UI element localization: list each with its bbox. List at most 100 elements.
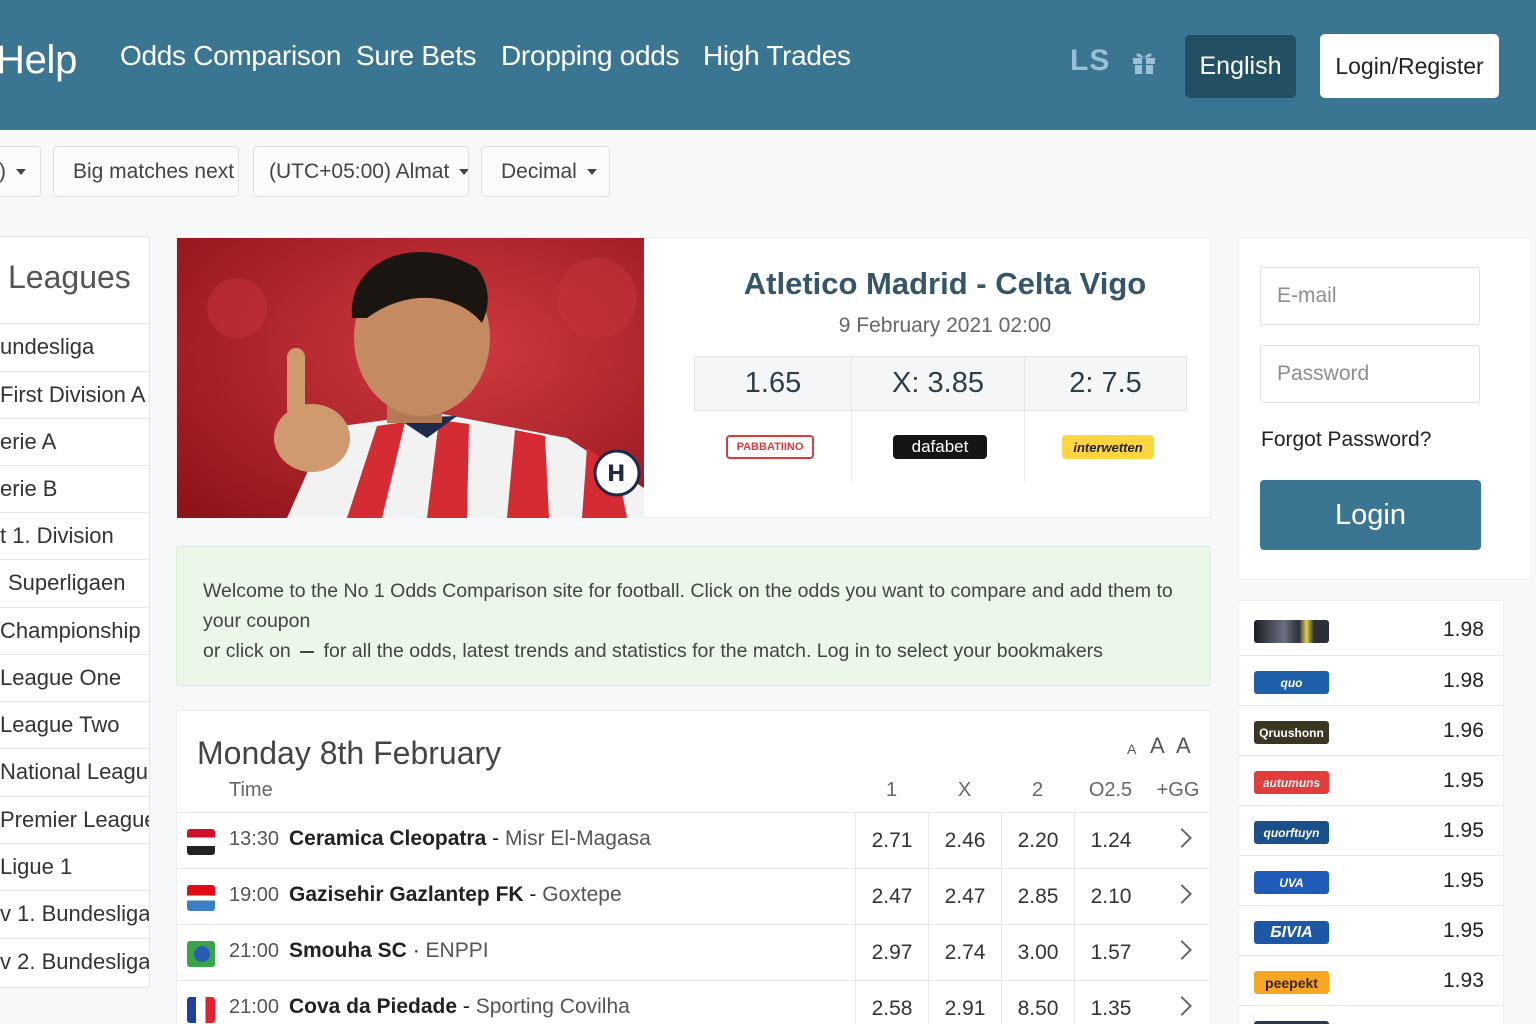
bookmaker-odds-row[interactable]: 1.98 [1239, 605, 1503, 655]
featured-match-card: H Atletico Madrid - Celta Vigo 9 Februar… [176, 237, 1211, 518]
login-button[interactable]: Login [1260, 480, 1481, 550]
password-field[interactable] [1260, 345, 1480, 403]
odd-home[interactable]: 2.71 [855, 813, 928, 869]
col-header-draw: X [957, 779, 972, 801]
league-item[interactable]: League Two [0, 701, 149, 748]
bookmaker-odd: 1.98 [1443, 618, 1484, 641]
bookmaker-odds-row[interactable]: Qruushonn 1.96 [1239, 705, 1503, 755]
bookmaker-odds-row[interactable]: UVA 1.95 [1239, 855, 1503, 905]
odd-away[interactable]: 2.85 [1001, 869, 1074, 925]
league-item[interactable]: Ligue 1 [0, 843, 149, 890]
match-name[interactable]: Ceramica Cleopatra - Misr El-Magasa [289, 827, 651, 851]
flag-france-icon [187, 997, 215, 1023]
league-item[interactable]: v 1. Bundesliga [0, 890, 149, 937]
bookmaker-logo: quo [1254, 671, 1329, 694]
match-row[interactable]: 13:30 Ceramica Cleopatra - Misr El-Magas… [177, 812, 1210, 869]
bookmaker-odds-row[interactable] [1239, 1005, 1503, 1024]
sport-dropdown[interactable]: ) [0, 146, 41, 197]
odd-away[interactable]: 2.20 [1001, 813, 1074, 869]
font-size-medium[interactable]: A [1150, 733, 1165, 759]
odd-draw[interactable]: 2.47 [928, 869, 1001, 925]
featured-odd-home[interactable]: 1.65 [694, 356, 852, 411]
match-row[interactable]: 19:00 Gazisehir Gazlantep FK - Goxtepe 2… [177, 868, 1210, 925]
bookmaker-logo[interactable]: PABBATIINO [726, 435, 814, 459]
odd-over25[interactable]: 1.35 [1074, 981, 1147, 1024]
bookmaker-logo: quorftuyn [1254, 821, 1329, 844]
league-item[interactable]: erie A [0, 418, 149, 465]
bookmaker-odds-row[interactable]: peepekt 1.93 [1239, 955, 1503, 1005]
league-item[interactable]: National League [0, 748, 149, 795]
timezone-dropdown[interactable]: (UTC+05:00) Almat [253, 146, 469, 197]
ls-logo[interactable]: LS [1070, 44, 1110, 78]
nav-dropping-odds[interactable]: Dropping odds [501, 40, 680, 72]
league-item[interactable]: First Division A [0, 371, 149, 418]
divider [851, 411, 852, 481]
featured-odd-draw[interactable]: X: 3.85 [851, 356, 1025, 411]
bookmaker-logo[interactable]: dafabet [893, 435, 987, 459]
odd-over25[interactable]: 1.57 [1074, 925, 1147, 981]
odd-home[interactable]: 2.47 [855, 869, 928, 925]
nav-help[interactable]: Help [0, 38, 77, 83]
bookmaker-odds-row[interactable]: autumuns 1.95 [1239, 755, 1503, 805]
font-size-small[interactable]: A [1127, 741, 1136, 757]
odd-away[interactable]: 3.00 [1001, 925, 1074, 981]
login-register-button[interactable]: Login/Register [1320, 34, 1499, 98]
divider [1024, 411, 1025, 481]
bookmaker-logo: Qruushonn [1254, 721, 1329, 744]
forgot-password-link[interactable]: Forgot Password? [1261, 428, 1431, 452]
day-heading: Monday 8th February [197, 735, 502, 771]
bookmaker-odds-row[interactable]: quo 1.98 [1239, 655, 1503, 705]
odd-draw[interactable]: 2.74 [928, 925, 1001, 981]
match-name[interactable]: Cova da Piedade - Sporting Covilha [289, 995, 630, 1019]
email-field[interactable] [1260, 267, 1480, 325]
sort-dropdown[interactable]: Big matches next [53, 146, 239, 197]
leagues-title: Leagues [8, 259, 131, 295]
league-item[interactable]: t 1. Division [0, 512, 149, 559]
league-item[interactable]: erie B [0, 465, 149, 512]
welcome-notice: Welcome to the No 1 Odds Comparison site… [176, 546, 1211, 686]
odds-format-dropdown[interactable]: Decimal [481, 146, 610, 197]
bookmaker-logo[interactable]: interwetten [1062, 435, 1154, 459]
arrow-right-icon [300, 650, 315, 653]
odd-home[interactable]: 2.97 [855, 925, 928, 981]
odd-draw[interactable]: 2.91 [928, 981, 1001, 1024]
league-item[interactable]: Premier League [0, 796, 149, 843]
match-name[interactable]: Smouha SC · ENPPI [289, 939, 489, 963]
bookmaker-odds-row[interactable]: БIVIA 1.95 [1239, 905, 1503, 955]
odd-over25[interactable]: 1.24 [1074, 813, 1147, 869]
odd-over25[interactable]: 2.10 [1074, 869, 1147, 925]
nav-odds-comparison[interactable]: Odds Comparison [120, 40, 341, 72]
odd-home[interactable]: 2.58 [855, 981, 928, 1024]
bookmaker-odd: 1.95 [1443, 769, 1484, 792]
odd-away[interactable]: 8.50 [1001, 981, 1074, 1024]
featured-match-title[interactable]: Atletico Madrid - Celta Vigo [697, 266, 1193, 302]
flag-turkey-icon [187, 885, 215, 911]
league-item[interactable]: League One [0, 654, 149, 701]
league-item[interactable]: Superligaen [0, 559, 149, 606]
bookmaker-odd: 1.95 [1443, 819, 1484, 842]
match-time: 21:00 [229, 996, 280, 1018]
bookmaker-logo: peepekt [1254, 971, 1329, 994]
league-item[interactable]: undesliga [0, 323, 149, 370]
match-name[interactable]: Gazisehir Gazlantep FK - Goxtepe [289, 883, 622, 907]
league-item[interactable]: Championship [0, 607, 149, 654]
language-button[interactable]: English [1185, 35, 1296, 98]
featured-player-photo[interactable]: H [177, 238, 644, 518]
font-size-large[interactable]: A [1176, 733, 1191, 759]
bookmaker-odds-row[interactable]: quorftuyn 1.95 [1239, 805, 1503, 855]
matches-table: Monday 8th February A A A Time 1 X 2 O2.… [176, 710, 1211, 1024]
match-time: 19:00 [229, 884, 280, 906]
league-item[interactable]: v 2. Bundesliga [0, 938, 149, 985]
match-row[interactable]: 21:00 Cova da Piedade - Sporting Covilha… [177, 980, 1210, 1024]
gift-icon[interactable] [1130, 48, 1158, 76]
odd-draw[interactable]: 2.46 [928, 813, 1001, 869]
chevron-right-icon[interactable] [1172, 828, 1192, 848]
featured-odd-away[interactable]: 2: 7.5 [1024, 356, 1187, 411]
match-row[interactable]: 21:00 Smouha SC · ENPPI 2.97 2.74 3.00 1… [177, 924, 1210, 981]
chevron-right-icon[interactable] [1172, 996, 1192, 1016]
nav-high-trades[interactable]: High Trades [703, 40, 851, 72]
chevron-down-icon [586, 168, 597, 175]
nav-sure-bets[interactable]: Sure Bets [356, 40, 477, 72]
chevron-right-icon[interactable] [1172, 884, 1192, 904]
chevron-right-icon[interactable] [1172, 940, 1192, 960]
